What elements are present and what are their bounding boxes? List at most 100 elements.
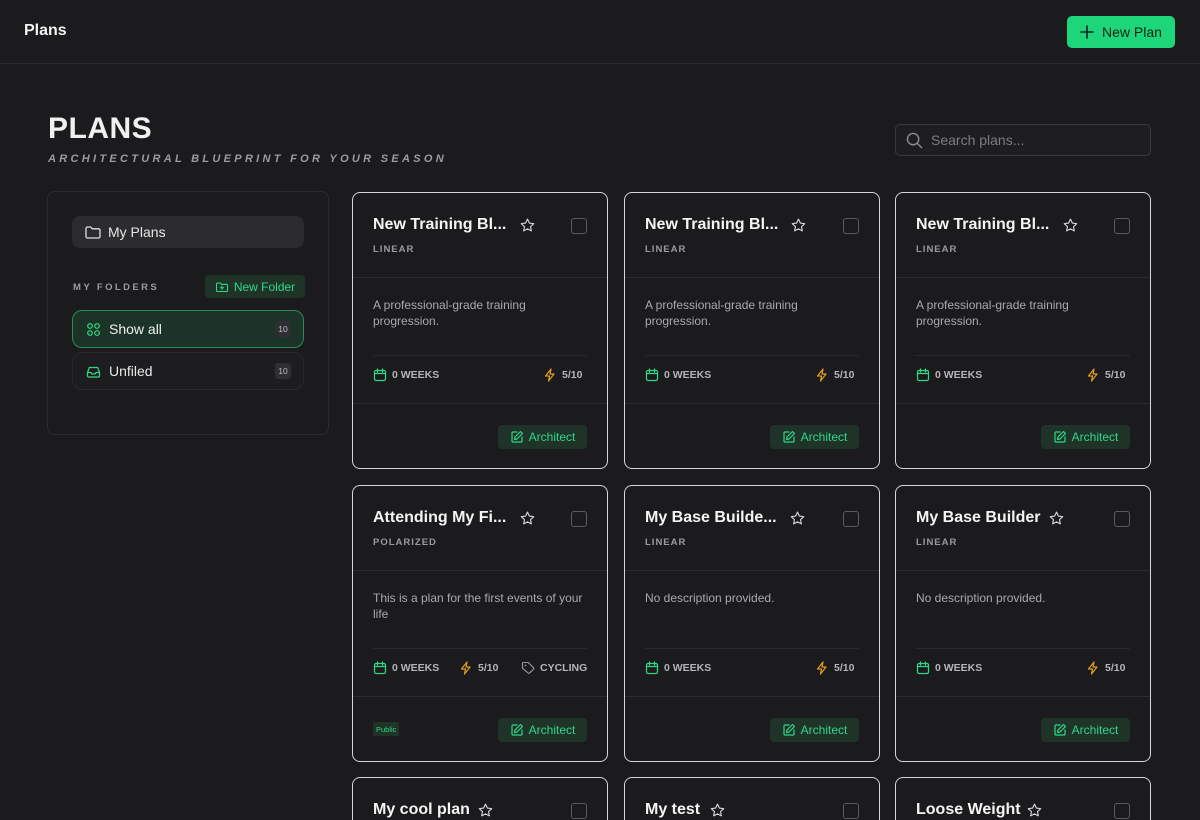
divider	[896, 570, 1150, 571]
search-box[interactable]	[895, 124, 1151, 156]
select-checkbox[interactable]	[843, 511, 859, 527]
divider	[896, 696, 1150, 697]
new-plan-button[interactable]: New Plan	[1067, 16, 1175, 48]
lightning-icon	[816, 661, 827, 675]
lightning-icon	[544, 368, 555, 382]
plan-card[interactable]: My Base Builder LINEAR No description pr…	[895, 485, 1151, 762]
weeks-label: 0 WEEKS	[664, 369, 712, 381]
intensity-stat: 5/10	[459, 661, 498, 675]
folder-count-badge: 10	[275, 321, 291, 337]
folder-item-unfiled[interactable]: Unfiled 10	[72, 352, 304, 390]
select-checkbox[interactable]	[843, 218, 859, 234]
architect-button[interactable]: Architect	[1041, 425, 1130, 449]
plan-title: My Base Builder	[916, 509, 1041, 526]
intensity-label: 5/10	[834, 662, 855, 674]
select-checkbox[interactable]	[1114, 511, 1130, 527]
plan-description: This is a plan for the first events of y…	[373, 591, 583, 621]
select-checkbox[interactable]	[1114, 803, 1130, 819]
plan-title: New Training Bl...	[373, 216, 507, 233]
star-icon[interactable]	[790, 217, 807, 234]
grid-icon	[87, 322, 100, 336]
divider	[353, 277, 607, 278]
star-icon[interactable]	[709, 802, 726, 819]
intensity-stat: 5/10	[815, 368, 854, 382]
plan-card[interactable]: My test	[624, 777, 880, 820]
page-subtitle: ARCHITECTURAL BLUEPRINT FOR YOUR SEASON	[48, 153, 448, 165]
plan-description: A professional-grade training progressio…	[373, 298, 526, 328]
plan-title: My cool plan	[373, 801, 470, 818]
my-plans-item[interactable]: My Plans	[72, 216, 304, 248]
new-folder-button[interactable]: New Folder	[205, 275, 305, 298]
architect-button[interactable]: Architect	[770, 425, 859, 449]
plan-description: No description provided.	[645, 591, 775, 605]
lightning-icon	[1087, 368, 1098, 382]
new-plan-label: New Plan	[1102, 24, 1162, 40]
divider	[645, 648, 859, 649]
weeks-stat: 0 WEEKS	[645, 661, 711, 675]
divider	[373, 355, 587, 356]
plan-card[interactable]: New Training Bl... LINEAR A professional…	[895, 192, 1151, 469]
weeks-stat: 0 WEEKS	[373, 661, 439, 675]
architect-button[interactable]: Architect	[770, 718, 859, 742]
new-folder-label: New Folder	[233, 279, 296, 294]
select-checkbox[interactable]	[571, 218, 587, 234]
intensity-stat: 5/10	[1086, 661, 1125, 675]
intensity-label: 5/10	[834, 369, 855, 381]
search-icon	[906, 132, 923, 148]
plan-title: Attending My Fi...	[373, 509, 507, 526]
architect-button[interactable]: Architect	[1041, 718, 1130, 742]
intensity-label: 5/10	[1105, 662, 1126, 674]
intensity-label: 5/10	[478, 662, 499, 674]
architect-label: Architect	[800, 430, 848, 444]
lightning-icon	[816, 368, 827, 382]
plan-type: LINEAR	[645, 537, 687, 548]
architect-label: Architect	[800, 723, 848, 737]
divider	[625, 696, 879, 697]
search-input[interactable]	[931, 132, 1141, 148]
divider	[353, 570, 607, 571]
weeks-stat: 0 WEEKS	[916, 368, 982, 382]
select-checkbox[interactable]	[571, 511, 587, 527]
plan-card[interactable]: New Training Bl... LINEAR A professional…	[624, 192, 880, 469]
plan-type: POLARIZED	[373, 537, 437, 548]
weeks-label: 0 WEEKS	[392, 369, 440, 381]
select-checkbox[interactable]	[571, 803, 587, 819]
calendar-icon	[916, 368, 930, 382]
architect-button[interactable]: Architect	[498, 718, 587, 742]
divider	[625, 277, 879, 278]
calendar-icon	[916, 661, 930, 675]
plan-card[interactable]: New Training Bl... LINEAR A professional…	[352, 192, 608, 469]
plan-title: My test	[645, 801, 701, 818]
star-icon[interactable]	[1062, 217, 1079, 234]
plan-type: LINEAR	[916, 244, 958, 255]
star-icon[interactable]	[1026, 802, 1043, 819]
my-plans-label: My Plans	[108, 224, 166, 240]
star-icon[interactable]	[789, 510, 806, 527]
top-bar: Plans New Plan	[0, 0, 1200, 64]
folder-label: Show all	[109, 321, 162, 337]
folder-count-badge: 10	[275, 363, 291, 379]
plan-title: My Base Builde...	[645, 509, 777, 526]
calendar-icon	[373, 661, 387, 675]
plan-description: A professional-grade training progressio…	[916, 298, 1069, 328]
plan-card[interactable]: Attending My Fi... POLARIZED This is a p…	[352, 485, 608, 762]
plan-card[interactable]: My Base Builde... LINEAR No description …	[624, 485, 880, 762]
star-icon[interactable]	[519, 217, 536, 234]
weeks-label: 0 WEEKS	[935, 369, 983, 381]
divider	[645, 355, 859, 356]
star-icon[interactable]	[1048, 510, 1065, 527]
select-checkbox[interactable]	[1114, 218, 1130, 234]
select-checkbox[interactable]	[843, 803, 859, 819]
intensity-stat: 5/10	[1086, 368, 1125, 382]
plan-card[interactable]: Loose Weight	[895, 777, 1151, 820]
star-icon[interactable]	[477, 802, 494, 819]
folder-item-show-all[interactable]: Show all 10	[72, 310, 304, 348]
weeks-stat: 0 WEEKS	[645, 368, 711, 382]
plan-card[interactable]: My cool plan	[352, 777, 608, 820]
divider	[353, 696, 607, 697]
architect-button[interactable]: Architect	[498, 425, 587, 449]
plan-description: A professional-grade training progressio…	[645, 298, 798, 328]
star-icon[interactable]	[519, 510, 536, 527]
plus-icon	[1080, 25, 1094, 39]
tag-icon	[521, 661, 535, 674]
